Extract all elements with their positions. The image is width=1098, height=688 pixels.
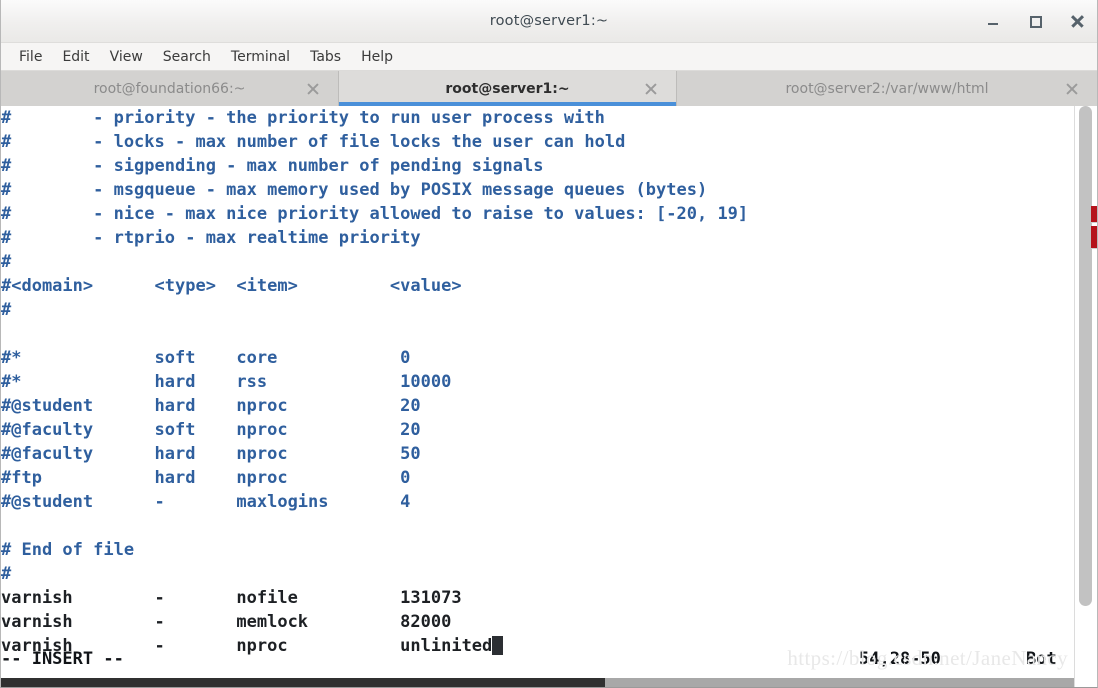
vim-line: #ftp hard nproc 0 bbox=[1, 466, 1056, 490]
menu-item-help[interactable]: Help bbox=[351, 46, 403, 68]
vim-buffer-lines: # - priority - the priority to run user … bbox=[1, 106, 1056, 658]
vim-line-text: varnish - nofile 131073 bbox=[1, 588, 462, 608]
vim-line-text: # - priority - the priority to run user … bbox=[1, 108, 605, 128]
vim-line bbox=[1, 514, 1056, 538]
vim-mode-indicator: -- INSERT -- bbox=[1, 649, 124, 669]
vim-line: # bbox=[1, 250, 1056, 274]
menu-item-terminal[interactable]: Terminal bbox=[221, 46, 300, 68]
vim-line: # bbox=[1, 562, 1056, 586]
scrollbar-search-mark bbox=[1091, 226, 1097, 248]
vim-line: #@faculty soft nproc 20 bbox=[1, 418, 1056, 442]
maximize-icon[interactable] bbox=[1027, 13, 1043, 29]
scrollbar-search-mark bbox=[1091, 206, 1097, 222]
menu-item-search[interactable]: Search bbox=[153, 46, 221, 68]
tab-server2[interactable]: root@server2:/var/www/html bbox=[677, 71, 1097, 106]
vim-line-text: # - rtprio - max realtime priority bbox=[1, 228, 421, 248]
window-title: root@server1:~ bbox=[489, 13, 609, 29]
scrollbar-mark-divider bbox=[1091, 248, 1097, 249]
menu-item-file[interactable]: File bbox=[9, 46, 52, 68]
vim-line-text: #* hard rss 10000 bbox=[1, 372, 452, 392]
vim-line-text: #<domain> <type> <item> <value> bbox=[1, 276, 462, 296]
tab-close-icon[interactable] bbox=[1065, 82, 1079, 96]
vim-status-line: -- INSERT -- 54,28-50 Bot bbox=[1, 647, 1057, 671]
vim-line: #* soft core 0 bbox=[1, 346, 1056, 370]
vim-line-text: # bbox=[1, 300, 12, 320]
vim-line: # End of file bbox=[1, 538, 1056, 562]
vim-line-text: # End of file bbox=[1, 540, 135, 560]
vim-line bbox=[1, 322, 1056, 346]
title-bar: root@server1:~ bbox=[1, 0, 1097, 43]
menu-item-view[interactable]: View bbox=[100, 46, 153, 68]
vim-line: # - nice - max nice priority allowed to … bbox=[1, 202, 1056, 226]
tab-close-icon[interactable] bbox=[644, 82, 658, 96]
vim-line-text: #@faculty soft nproc 20 bbox=[1, 420, 421, 440]
horizontal-scrollbar[interactable] bbox=[1, 677, 1074, 687]
vim-line: # - priority - the priority to run user … bbox=[1, 106, 1056, 130]
vim-line-text: #@faculty hard nproc 50 bbox=[1, 444, 421, 464]
minimize-icon[interactable] bbox=[985, 13, 1001, 29]
vim-line-text: #@student - maxlogins 4 bbox=[1, 492, 411, 512]
vim-line: #@student - maxlogins 4 bbox=[1, 490, 1056, 514]
vim-line: #@faculty hard nproc 50 bbox=[1, 442, 1056, 466]
menu-bar: File Edit View Search Terminal Tabs Help bbox=[1, 43, 1097, 71]
vim-line-text: #@student hard nproc 20 bbox=[1, 396, 421, 416]
vim-line-text: # - sigpending - max number of pending s… bbox=[1, 156, 544, 176]
vim-line-text: varnish - memlock 82000 bbox=[1, 612, 452, 632]
horizontal-scrollbar-thumb[interactable] bbox=[1, 678, 605, 687]
close-icon[interactable] bbox=[1069, 13, 1085, 29]
vim-line-text: #* soft core 0 bbox=[1, 348, 411, 368]
terminal-window: root@server1:~ File Edit View Search Ter… bbox=[0, 0, 1098, 688]
vim-line: #@student hard nproc 20 bbox=[1, 394, 1056, 418]
vertical-scrollbar-marks bbox=[1091, 106, 1097, 687]
menu-item-tabs[interactable]: Tabs bbox=[300, 46, 351, 68]
tab-label: root@server2:/var/www/html bbox=[785, 80, 989, 97]
tab-foundation66[interactable]: root@foundation66:~ bbox=[1, 71, 339, 106]
window-controls bbox=[985, 0, 1085, 42]
vim-line-text: # - nice - max nice priority allowed to … bbox=[1, 204, 749, 224]
vim-line: # - locks - max number of file locks the… bbox=[1, 130, 1056, 154]
vim-line: #* hard rss 10000 bbox=[1, 370, 1056, 394]
vim-line-text: #ftp hard nproc 0 bbox=[1, 468, 411, 488]
vim-line-text: # - msgqueue - max memory used by POSIX … bbox=[1, 180, 708, 200]
terminal-area[interactable]: # - priority - the priority to run user … bbox=[1, 106, 1097, 687]
vim-ruler: 54,28-50 bbox=[859, 649, 941, 669]
vim-line-text: # bbox=[1, 564, 12, 584]
horizontal-scrollbar-track[interactable] bbox=[1, 678, 1074, 687]
vim-line: # bbox=[1, 298, 1056, 322]
menu-item-edit[interactable]: Edit bbox=[52, 46, 99, 68]
vim-line-text: # - locks - max number of file locks the… bbox=[1, 132, 626, 152]
tab-label: root@foundation66:~ bbox=[93, 80, 246, 97]
tab-close-icon[interactable] bbox=[306, 82, 320, 96]
vim-line: #<domain> <type> <item> <value> bbox=[1, 274, 1056, 298]
vertical-scrollbar[interactable] bbox=[1074, 106, 1097, 687]
vim-line: # - sigpending - max number of pending s… bbox=[1, 154, 1056, 178]
vim-editor-viewport[interactable]: # - priority - the priority to run user … bbox=[1, 106, 1074, 687]
vim-scroll-position: Bot bbox=[1026, 649, 1057, 669]
vim-line: # - msgqueue - max memory used by POSIX … bbox=[1, 178, 1056, 202]
tab-server1[interactable]: root@server1:~ bbox=[339, 71, 677, 106]
vim-line-text: # bbox=[1, 252, 12, 272]
vim-line: varnish - memlock 82000 bbox=[1, 610, 1056, 634]
vim-line: varnish - nofile 131073 bbox=[1, 586, 1056, 610]
tab-bar: root@foundation66:~ root@server1:~ root@… bbox=[1, 71, 1097, 106]
tab-label: root@server1:~ bbox=[445, 80, 570, 97]
scrollbar-mark-divider bbox=[1091, 222, 1097, 223]
vim-line: # - rtprio - max realtime priority bbox=[1, 226, 1056, 250]
